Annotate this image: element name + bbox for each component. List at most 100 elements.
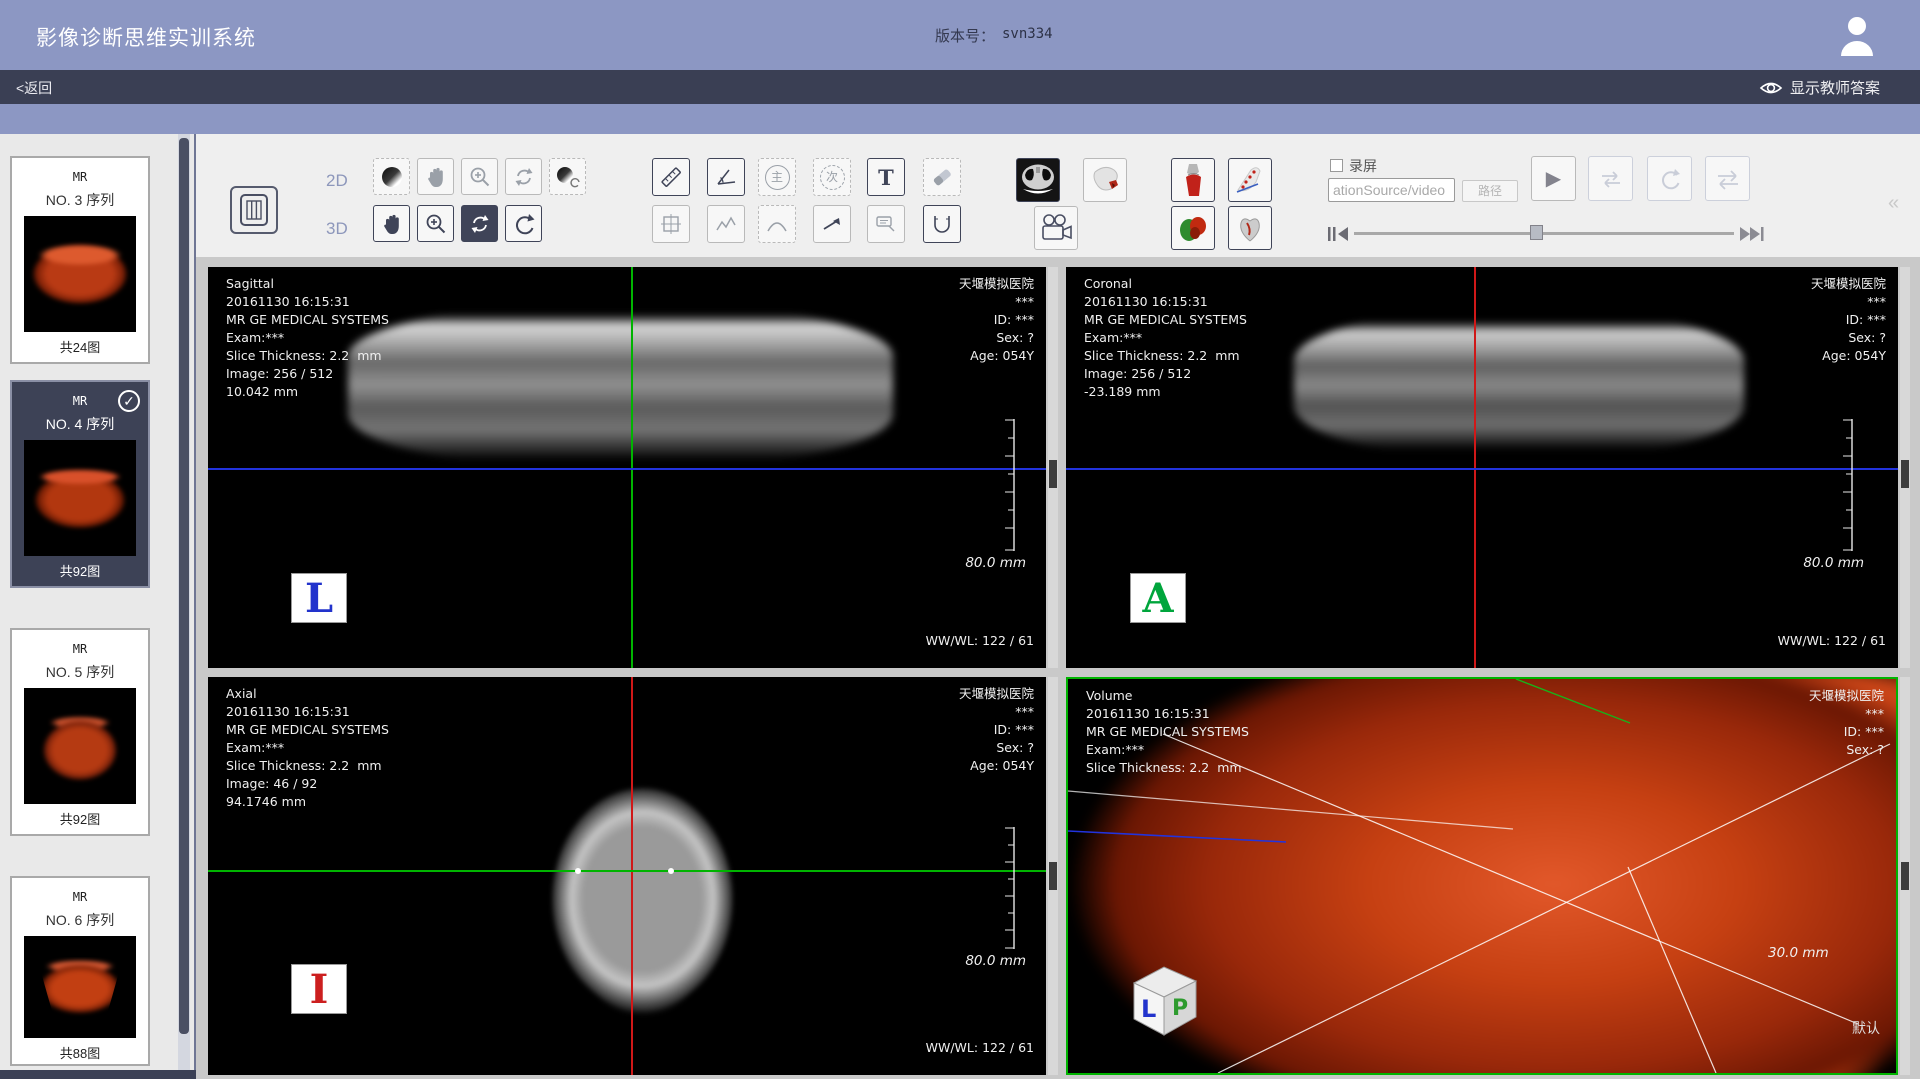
crosshair-vertical-red[interactable] <box>631 677 633 1075</box>
window-level-button[interactable] <box>373 158 410 195</box>
volume-info-right: 天堰模拟医院 *** ID: *** Sex: ? <box>1809 687 1884 759</box>
crosshair-horizontal-blue[interactable] <box>1066 468 1898 470</box>
series-card-no5[interactable]: MR NO. 5 序列 共92图 <box>10 628 150 836</box>
viewport-coronal[interactable]: Coronal 20161130 16:15:31 MR GE MEDICAL … <box>1066 267 1898 668</box>
crosshair-horizontal-green[interactable] <box>208 870 1046 872</box>
title-bar: 影像诊断思维实训系统 版本号： svn334 <box>0 0 1920 70</box>
series-card-no3[interactable]: MR NO. 3 序列 共24图 <box>10 156 150 364</box>
ruler-icon <box>659 165 683 189</box>
step-forward-icon[interactable] <box>1740 226 1764 242</box>
volume-scrollbar[interactable] <box>1900 677 1910 1075</box>
curve-tool-button[interactable] <box>707 205 745 243</box>
knee-model-button[interactable] <box>1171 158 1215 202</box>
series-modality: MR <box>12 170 148 184</box>
record-screen-checkbox[interactable] <box>1330 159 1343 172</box>
record-path-button[interactable]: 路径 <box>1462 180 1518 202</box>
application-window: 影像诊断思维实训系统 版本号： svn334 <返回 显示教师答案 二维 三维 … <box>0 0 1920 1079</box>
viewport-volume-3d[interactable]: Volume 20161130 16:15:31 MR GE MEDICAL S… <box>1066 677 1898 1075</box>
text-annotation-button[interactable]: T <box>867 158 905 196</box>
show-teacher-answer-button[interactable]: 显示教师答案 <box>1759 77 1880 98</box>
record-camera-button[interactable] <box>1034 206 1078 250</box>
viewport-sagittal[interactable]: Sagittal 20161130 16:15:31 MR GE MEDICAL… <box>208 267 1046 668</box>
window-level-readout: WW/WL: 122 / 61 <box>926 1040 1034 1055</box>
secondary-marker-icon: 次 <box>820 165 845 190</box>
coronal-mr-image <box>1294 312 1744 454</box>
render-preset-label[interactable]: 默认 <box>1852 1018 1880 1038</box>
eraser-button[interactable] <box>923 158 961 196</box>
skull-preset-button[interactable] <box>1083 158 1127 202</box>
zoom-icon <box>425 213 447 235</box>
sagittal-info-right: 天堰模拟医院 *** ID: *** Sex: ? Age: 054Y <box>959 275 1034 365</box>
arrow-annotation-button[interactable] <box>813 205 851 243</box>
angle-measure-button[interactable] <box>707 158 745 196</box>
frame-slider-handle[interactable] <box>1530 225 1543 240</box>
sidebar-scrollbar-thumb[interactable] <box>179 138 189 1034</box>
pan-2d-button[interactable] <box>417 158 454 195</box>
angle-icon <box>714 166 738 188</box>
sidebar-bottom-scrollbar[interactable] <box>0 1070 196 1079</box>
axial-info-left: Axial 20161130 16:15:31 MR GE MEDICAL SY… <box>226 685 389 811</box>
replay-button[interactable] <box>1647 156 1692 201</box>
play-button[interactable]: ▶ <box>1531 156 1576 201</box>
main-toolbar: 2D 3D <box>196 134 1920 257</box>
series-card-no4-selected[interactable]: ✓ MR NO. 4 序列 共92图 <box>10 380 150 588</box>
frame-slider-track[interactable] <box>1354 232 1734 235</box>
zoom-3d-button[interactable] <box>417 205 454 242</box>
scale-ruler <box>1002 419 1016 551</box>
orientation-letter-left: L <box>291 573 347 623</box>
scrollbar-thumb[interactable] <box>1049 862 1057 890</box>
reset-view-button[interactable] <box>505 205 542 242</box>
heart-model-button[interactable] <box>1228 206 1272 250</box>
window-level-icon <box>380 165 404 189</box>
refresh-icon <box>513 213 535 235</box>
rotate-2d-button[interactable] <box>505 158 542 195</box>
zoom-in-icon <box>469 166 491 188</box>
series-image-count: 共92图 <box>12 561 148 580</box>
orientation-cube[interactable]: L P <box>1120 957 1204 1041</box>
lung-ct-preset-button[interactable] <box>1016 158 1060 202</box>
rotate-icon <box>513 166 535 188</box>
window-level-reset-button[interactable] <box>549 158 586 195</box>
collapse-chevron-icon[interactable]: « <box>1888 192 1899 215</box>
loop-playback-button[interactable] <box>1588 156 1633 201</box>
selected-check-icon: ✓ <box>118 390 140 412</box>
layout-button[interactable] <box>230 186 278 234</box>
sagittal-slice-scrollbar[interactable] <box>1048 267 1058 668</box>
series-modality: MR <box>12 642 148 656</box>
scrollbar-thumb[interactable] <box>1901 862 1909 890</box>
series-thumbnail <box>24 688 136 804</box>
record-path-input[interactable] <box>1328 178 1455 202</box>
scrollbar-thumb[interactable] <box>1901 460 1909 488</box>
hand-icon <box>426 166 446 188</box>
foot-skeleton-icon <box>1232 162 1268 198</box>
scrollbar-thumb[interactable] <box>1049 460 1057 488</box>
pan-3d-button[interactable] <box>373 205 410 242</box>
step-back-icon[interactable] <box>1328 226 1350 242</box>
crosshair-horizontal-blue[interactable] <box>208 468 1046 470</box>
play-icon: ▶ <box>1546 166 1561 191</box>
rotate-3d-button-active[interactable] <box>461 205 498 242</box>
series-card-no6[interactable]: MR NO. 6 序列 共88图 <box>10 876 150 1066</box>
coronal-slice-scrollbar[interactable] <box>1900 267 1910 668</box>
organ-model-button[interactable] <box>1171 206 1215 250</box>
back-button[interactable]: <返回 <box>16 78 52 98</box>
knee-joint-icon <box>1176 162 1210 198</box>
label-annotation-button[interactable] <box>867 205 905 243</box>
orientation-letter-anterior: A <box>1130 573 1186 623</box>
viewport-axial[interactable]: Axial 20161130 16:15:31 MR GE MEDICAL SY… <box>208 677 1046 1075</box>
mode-3d-label: 3D <box>326 219 348 239</box>
arc-tool-button[interactable] <box>758 205 796 243</box>
foot-model-button[interactable] <box>1228 158 1272 202</box>
crosshair-tool-button[interactable] <box>652 205 690 243</box>
swap-direction-button[interactable] <box>1705 156 1750 201</box>
zoom-2d-button[interactable] <box>461 158 498 195</box>
ruler-measure-button[interactable] <box>652 158 690 196</box>
secondary-marker-button[interactable]: 次 <box>813 158 851 196</box>
volume-info-left: Volume 20161130 16:15:31 MR GE MEDICAL S… <box>1086 687 1249 777</box>
window-level-readout: WW/WL: 122 / 61 <box>1778 633 1886 648</box>
skull-icon <box>1087 162 1123 198</box>
cobb-angle-button[interactable] <box>923 205 961 243</box>
axial-slice-scrollbar[interactable] <box>1048 677 1058 1075</box>
user-avatar-icon[interactable] <box>1838 14 1876 58</box>
primary-marker-button[interactable]: 主 <box>758 158 796 196</box>
